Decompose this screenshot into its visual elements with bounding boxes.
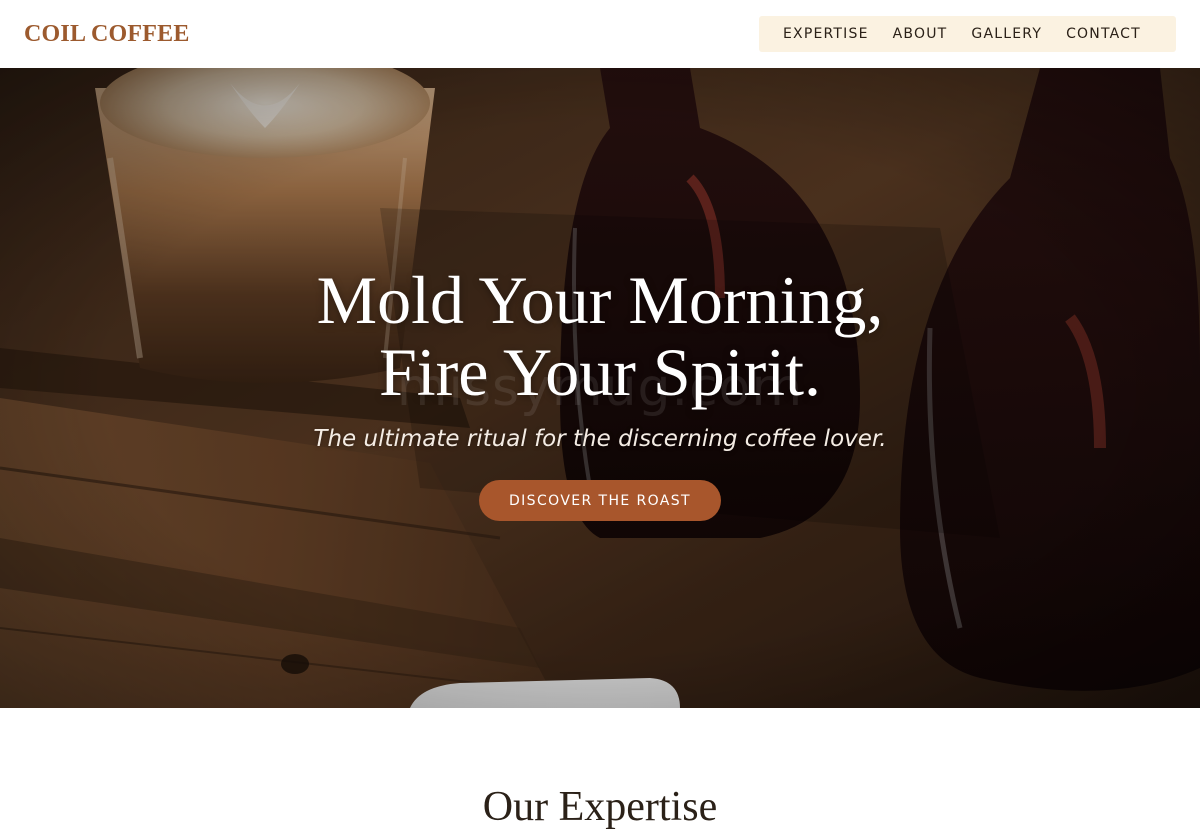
main-nav: EXPERTISE ABOUT GALLERY CONTACT (759, 16, 1176, 52)
brand-logo[interactable]: COIL COFFEE (24, 19, 190, 49)
discover-roast-button[interactable]: DISCOVER THE ROAST (479, 480, 721, 521)
hero-title-line-1: Mold Your Morning, (316, 262, 884, 338)
site-header: COIL COFFEE EXPERTISE ABOUT GALLERY CONT… (0, 0, 1200, 68)
nav-item-gallery[interactable]: GALLERY (971, 26, 1042, 42)
nav-item-contact[interactable]: CONTACT (1066, 26, 1141, 42)
hero-subtitle: The ultimate ritual for the discerning c… (313, 426, 887, 452)
nav-item-about[interactable]: ABOUT (893, 26, 948, 42)
hero-title-line-2: Fire Your Spirit. (378, 334, 822, 410)
expertise-section-heading: Our Expertise (482, 784, 718, 830)
hero-title: Mold Your Morning, Fire Your Spirit. (0, 264, 1200, 408)
nav-item-expertise[interactable]: EXPERTISE (783, 26, 869, 42)
hero-section: missymug.com Mold Your Morning, Fire You… (0, 68, 1200, 708)
